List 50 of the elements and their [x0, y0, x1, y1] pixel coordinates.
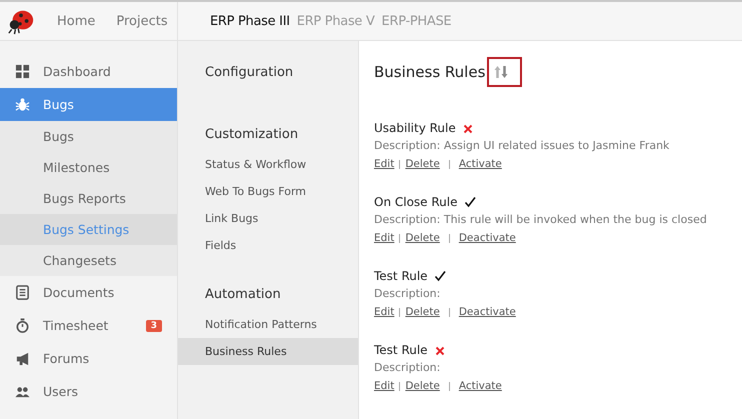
rule-description: Description: — [374, 361, 442, 376]
action-link[interactable]: Delete — [405, 158, 440, 170]
sidebar-item[interactable]: Dashboard — [0, 55, 177, 88]
menu-item[interactable]: Web To Bugs Form — [178, 178, 358, 205]
nav-link[interactable]: Home — [57, 14, 96, 28]
rule-name: On Close Rule — [374, 195, 458, 209]
sidebar-subitem[interactable]: Changesets — [0, 245, 177, 276]
bug-icon — [15, 97, 30, 112]
sidebar-item[interactable]: Documents — [0, 276, 177, 309]
menu-item[interactable]: Link Bugs — [178, 205, 358, 232]
action-link[interactable]: Delete — [405, 232, 440, 244]
megaphone-icon — [15, 351, 30, 366]
action-link[interactable]: Deactivate — [458, 232, 516, 244]
sidebar-item[interactable]: Bugs — [0, 88, 177, 121]
rule-description: Description: Assign UI related issues to Jasmine Frank — [374, 139, 670, 154]
nav-link[interactable]: Projects — [116, 14, 168, 28]
sidebar-subitem[interactable]: Bugs — [0, 121, 177, 152]
action-link[interactable]: Activate — [458, 380, 502, 392]
action-link[interactable]: Edit — [374, 380, 394, 392]
rule-name: Usability Rule — [374, 121, 456, 135]
sidebar-item[interactable]: Users — [0, 375, 177, 408]
menu-item[interactable]: Business Rules — [178, 338, 358, 365]
sidebar-subitem[interactable]: Bugs Reports — [0, 183, 177, 214]
sidebar-subitem[interactable]: Milestones — [0, 152, 177, 183]
count-badge: 3 — [146, 320, 162, 332]
action-link[interactable]: Delete — [405, 306, 440, 318]
rule-description: Description: This rule will be invoked when the bug is closed — [374, 213, 708, 228]
menu-item[interactable]: Status & Workflow — [178, 151, 358, 178]
rule-name: Test Rule — [374, 343, 428, 357]
sidebar-item[interactable]: Timesheet 3 — [0, 309, 177, 342]
section-heading: Customization — [204, 127, 300, 144]
menu-item[interactable]: Notification Patterns — [178, 311, 358, 338]
stopwatch-icon — [15, 318, 30, 333]
section-heading: Automation — [204, 287, 282, 304]
document-icon — [15, 285, 30, 300]
action-link[interactable]: Edit — [374, 232, 394, 244]
grid-icon — [15, 64, 30, 79]
action-link[interactable]: Activate — [458, 158, 502, 170]
action-link[interactable]: Deactivate — [458, 306, 516, 318]
rule-description: Description: — [374, 287, 442, 302]
page-title: Business Rules — [374, 63, 486, 81]
menu-item[interactable]: Fields — [178, 232, 358, 259]
sidebar-item[interactable]: Forums — [0, 342, 177, 375]
action-link[interactable]: Edit — [374, 306, 394, 318]
sort-icon[interactable] — [494, 65, 508, 79]
action-link[interactable]: Delete — [405, 380, 440, 392]
action-link[interactable]: Edit — [374, 158, 394, 170]
project-tab[interactable]: ERP Phase III — [210, 14, 290, 28]
rule-name: Test Rule — [374, 269, 428, 283]
section-heading: Configuration — [204, 65, 294, 82]
